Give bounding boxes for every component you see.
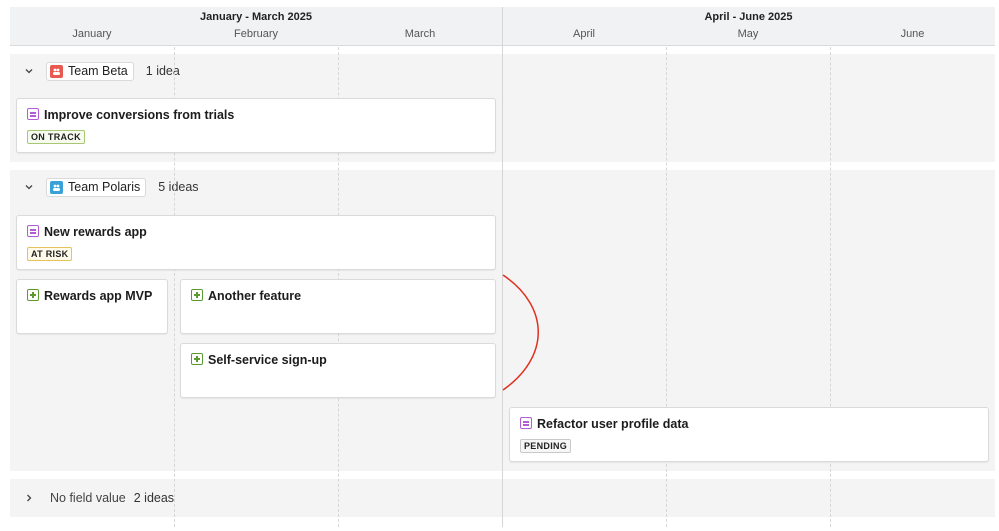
card-title: Self-service sign-up <box>208 353 327 367</box>
team-avatar-icon <box>50 64 63 78</box>
idea-icon <box>27 108 39 120</box>
idea-card[interactable]: Improve conversions from trials ON TRACK <box>16 98 496 153</box>
chevron-right-icon[interactable] <box>22 491 36 505</box>
card-title: New rewards app <box>44 225 147 239</box>
card-title: Another feature <box>208 289 302 303</box>
feature-icon <box>191 289 203 301</box>
team-chip-polaris[interactable]: Team Polaris <box>46 177 147 197</box>
feature-icon <box>191 353 203 365</box>
card-title: Refactor user profile data <box>537 417 689 431</box>
idea-count: 5 ideas <box>158 180 199 194</box>
month-label: February <box>233 28 279 40</box>
group-header-team-beta: Team Beta 1 idea <box>10 54 180 88</box>
month-label: March <box>404 28 436 40</box>
status-badge: PENDING <box>520 439 572 453</box>
team-avatar-icon <box>50 180 63 194</box>
status-badge: ON TRACK <box>27 130 85 144</box>
idea-card[interactable]: New rewards app AT RISK <box>16 215 496 270</box>
feature-card[interactable]: Self-service sign-up <box>180 343 496 398</box>
idea-icon <box>520 417 532 429</box>
month-label: January <box>72 28 112 40</box>
team-chip-beta[interactable]: Team Beta <box>46 61 134 81</box>
group-header-team-polaris: Team Polaris 5 ideas <box>10 170 199 204</box>
card-title: Improve conversions from trials <box>44 108 235 122</box>
timeline-header: January - March 2025 April - June 2025 J… <box>10 7 995 46</box>
feature-card[interactable]: Rewards app MVP <box>16 279 168 334</box>
feature-card[interactable]: Another feature <box>180 279 496 334</box>
idea-count: 2 ideas <box>133 491 175 505</box>
feature-icon <box>27 289 39 301</box>
idea-icon <box>27 225 39 237</box>
team-name: Team Beta <box>68 64 128 78</box>
group-label: No field value <box>50 491 126 505</box>
quarter-divider <box>502 7 503 527</box>
roadmap-board: Team Beta 1 idea Team Polaris 5 ideas No… <box>10 7 995 527</box>
month-label: May <box>737 28 759 40</box>
status-badge: AT RISK <box>27 247 73 261</box>
month-label: April <box>572 28 595 40</box>
month-label: June <box>900 28 925 40</box>
chevron-down-icon[interactable] <box>22 180 36 194</box>
quarter-label: January - March 2025 <box>200 11 312 23</box>
quarter-label: April - June 2025 <box>704 11 793 23</box>
header-divider <box>502 7 503 46</box>
card-title: Rewards app MVP <box>44 289 153 303</box>
idea-card[interactable]: Refactor user profile data PENDING <box>509 407 989 462</box>
team-name: Team Polaris <box>68 180 141 194</box>
chevron-down-icon[interactable] <box>22 64 36 78</box>
group-header-no-field: No field value 2 ideas <box>10 479 174 517</box>
